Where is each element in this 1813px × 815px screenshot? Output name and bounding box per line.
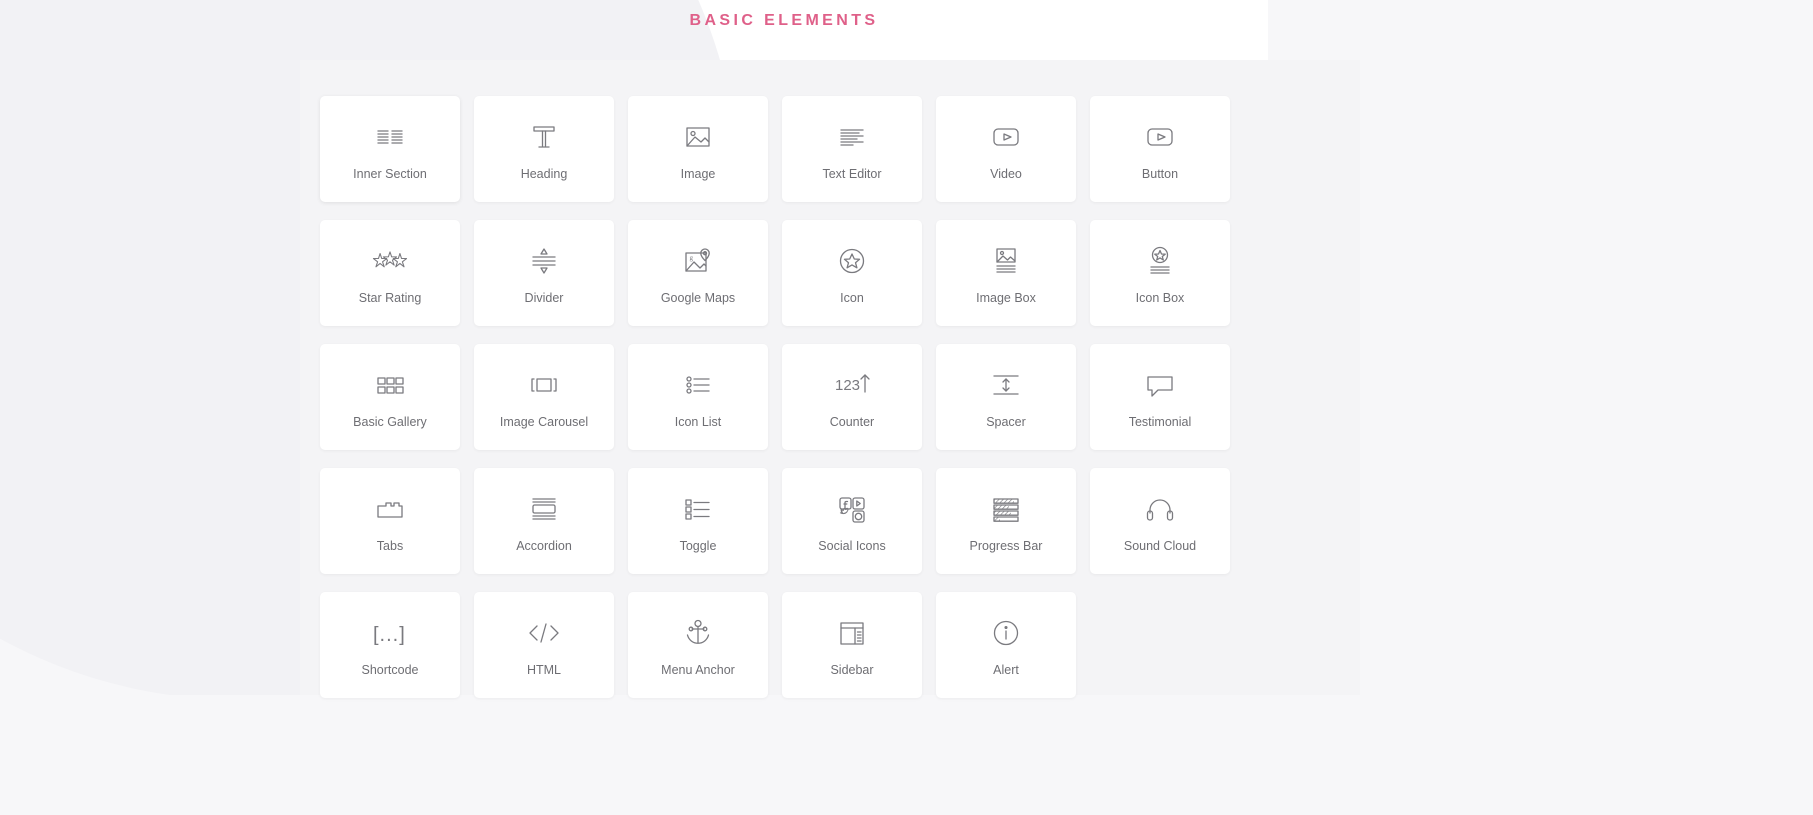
element-card-label: Image [680, 166, 716, 181]
element-card-toggle[interactable]: Toggle [628, 468, 768, 574]
accordion-icon [527, 489, 561, 529]
star-rating-icon [371, 241, 409, 281]
inner-section-icon [373, 117, 407, 157]
element-card-divider[interactable]: Divider [474, 220, 614, 326]
element-card-label: Image Carousel [499, 414, 589, 429]
page-title: BASIC ELEMENTS [689, 12, 879, 29]
element-card-label: Testimonial [1128, 414, 1192, 429]
basic-gallery-icon [373, 365, 407, 405]
element-card-label: Inner Section [353, 166, 427, 181]
svg-text:g: g [690, 254, 694, 262]
sound-cloud-icon [1143, 489, 1177, 529]
element-card-label: Image Box [976, 290, 1036, 305]
element-card-label: Alert [993, 662, 1019, 677]
element-card-label: Google Maps [660, 290, 736, 305]
google-maps-icon: g [681, 241, 715, 281]
element-card-counter[interactable]: 123 Counter [782, 344, 922, 450]
sidebar-icon [835, 613, 869, 653]
element-card-label: Icon Box [1135, 290, 1185, 305]
element-card-html[interactable]: HTML [474, 592, 614, 698]
element-card-progress-bar[interactable]: Progress Bar [936, 468, 1076, 574]
element-card-basic-gallery[interactable]: Basic Gallery [320, 344, 460, 450]
element-card-menu-anchor[interactable]: Menu Anchor [628, 592, 768, 698]
element-card-label: Text Editor [822, 166, 882, 181]
counter-icon: 123 [832, 365, 872, 405]
button-icon [1143, 117, 1177, 157]
element-card-tabs[interactable]: Tabs [320, 468, 460, 574]
elements-grid: Inner Section Heading Image Text Editor … [320, 96, 1248, 698]
element-card-label: Icon List [674, 414, 722, 429]
alert-icon [989, 613, 1023, 653]
element-card-label: Tabs [376, 538, 404, 553]
element-card-label: Star Rating [358, 290, 422, 305]
element-card-spacer[interactable]: Spacer [936, 344, 1076, 450]
element-card-label: Progress Bar [969, 538, 1043, 553]
divider-icon [527, 241, 561, 281]
background-right-band [1268, 0, 1813, 815]
element-card-sound-cloud[interactable]: Sound Cloud [1090, 468, 1230, 574]
svg-text:[...]: [...] [373, 624, 406, 646]
element-card-inner-section[interactable]: Inner Section [320, 96, 460, 202]
icon-star-circle-icon [835, 241, 869, 281]
element-card-label: Menu Anchor [661, 662, 735, 677]
element-card-testimonial[interactable]: Testimonial [1090, 344, 1230, 450]
element-card-social-icons[interactable]: Social Icons [782, 468, 922, 574]
menu-anchor-icon [681, 613, 715, 653]
element-card-label: Social Icons [818, 538, 886, 553]
element-card-image-box[interactable]: Image Box [936, 220, 1076, 326]
element-card-sidebar[interactable]: Sidebar [782, 592, 922, 698]
element-card-heading[interactable]: Heading [474, 96, 614, 202]
image-icon [681, 117, 715, 157]
element-card-icon[interactable]: Icon [782, 220, 922, 326]
icon-box-icon [1143, 241, 1177, 281]
element-card-icon-box[interactable]: Icon Box [1090, 220, 1230, 326]
heading-icon [527, 117, 561, 157]
element-card-label: Button [1141, 166, 1179, 181]
element-card-label: Sound Cloud [1123, 538, 1197, 553]
element-card-star-rating[interactable]: Star Rating [320, 220, 460, 326]
element-card-label: Toggle [679, 538, 717, 553]
elements-panel-page: BASIC ELEMENTS Inner Section Heading Ima… [0, 0, 1813, 815]
element-card-text-editor[interactable]: Text Editor [782, 96, 922, 202]
element-card-label: Divider [524, 290, 564, 305]
background-bottom-fade [0, 695, 1813, 815]
element-card-icon-list[interactable]: Icon List [628, 344, 768, 450]
image-box-icon [989, 241, 1023, 281]
toggle-icon [681, 489, 715, 529]
video-icon [989, 117, 1023, 157]
image-carousel-icon [527, 365, 561, 405]
testimonial-icon [1143, 365, 1177, 405]
icon-list-icon [681, 365, 715, 405]
shortcode-icon: [...] [368, 613, 412, 653]
element-card-label: Accordion [516, 538, 572, 553]
element-card-label: Heading [520, 166, 568, 181]
html-icon [524, 613, 564, 653]
svg-text:123: 123 [835, 377, 860, 394]
element-card-label: HTML [526, 662, 562, 677]
social-icons-icon [835, 489, 869, 529]
element-card-shortcode[interactable]: [...] Shortcode [320, 592, 460, 698]
tabs-icon [373, 489, 407, 529]
element-card-label: Sidebar [830, 662, 874, 677]
element-card-label: Icon [840, 290, 864, 305]
element-card-accordion[interactable]: Accordion [474, 468, 614, 574]
element-card-label: Shortcode [361, 662, 419, 677]
element-card-label: Video [990, 166, 1022, 181]
spacer-icon [989, 365, 1023, 405]
text-editor-icon [835, 117, 869, 157]
element-card-button[interactable]: Button [1090, 96, 1230, 202]
element-card-google-maps[interactable]: g Google Maps [628, 220, 768, 326]
element-card-label: Spacer [986, 414, 1026, 429]
element-card-video[interactable]: Video [936, 96, 1076, 202]
element-card-label: Counter [829, 414, 875, 429]
element-card-label: Basic Gallery [353, 414, 427, 429]
element-card-image-carousel[interactable]: Image Carousel [474, 344, 614, 450]
progress-bar-icon [989, 489, 1023, 529]
element-card-image[interactable]: Image [628, 96, 768, 202]
element-card-alert[interactable]: Alert [936, 592, 1076, 698]
